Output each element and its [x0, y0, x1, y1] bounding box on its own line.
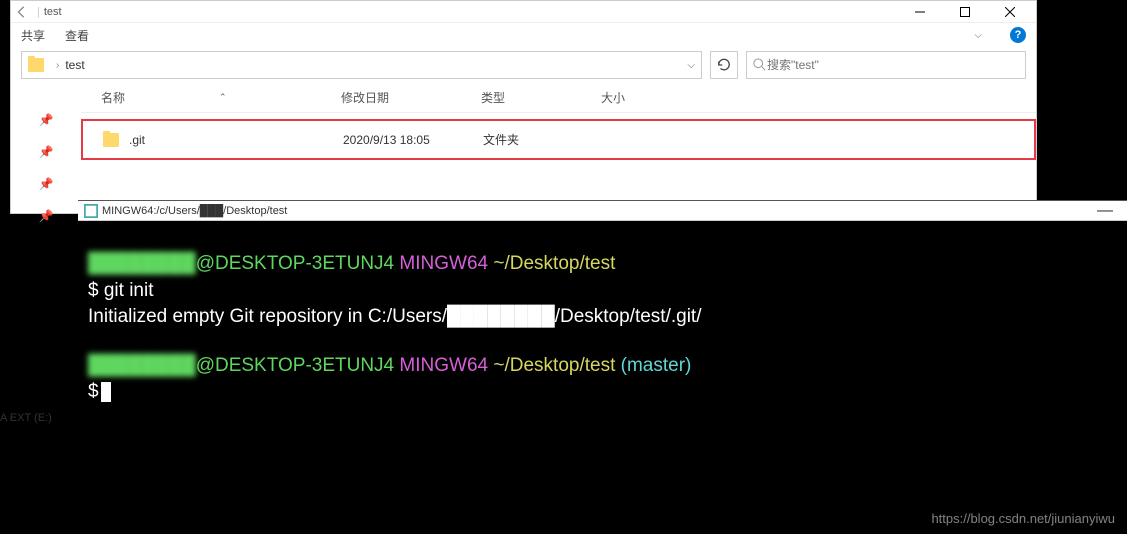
breadcrumb-separator-icon: › — [56, 60, 59, 71]
terminal-icon — [84, 204, 98, 218]
cursor-icon — [101, 382, 111, 402]
terminal-command: git init — [104, 280, 154, 301]
folder-icon — [103, 133, 119, 147]
help-icon[interactable]: ? — [1010, 27, 1026, 43]
back-icon[interactable] — [15, 5, 29, 19]
watermark: https://blog.csdn.net/jiunianyiwu — [931, 511, 1115, 526]
separator: | — [37, 6, 40, 18]
breadcrumb-folder[interactable]: test — [65, 58, 84, 72]
column-type[interactable]: 类型 — [481, 89, 601, 106]
terminal-env: MINGW64 — [399, 253, 488, 274]
terminal-output: Initialized empty Git repository in C:/U… — [88, 306, 701, 327]
address-dropdown-icon[interactable]: ⌵ — [687, 60, 695, 71]
terminal-prompt: $ — [88, 280, 104, 301]
terminal-user: ████████ — [88, 355, 196, 376]
refresh-button[interactable] — [710, 51, 738, 79]
sidebar-drive-label[interactable]: A EXT (E:) — [0, 412, 52, 424]
terminal-line: ████████@DESKTOP-3ETUNJ4 MINGW64 ~/Deskt… — [88, 251, 1117, 278]
column-name[interactable]: 名称 ⌃ — [81, 89, 341, 106]
terminal-window: MINGW64:/c/Users/███/Desktop/test — ████… — [78, 200, 1127, 534]
pin-icon[interactable]: 📌 — [39, 113, 54, 127]
terminal-minimize-button[interactable]: — — [1089, 202, 1121, 220]
tab-share[interactable]: 共享 — [21, 27, 45, 44]
terminal-title: MINGW64:/c/Users/███/Desktop/test — [102, 205, 287, 217]
window-title: test — [44, 6, 62, 18]
terminal-user: ████████ — [88, 253, 196, 274]
chevron-down-icon[interactable]: ⌵ — [974, 30, 982, 41]
terminal-host: @DESKTOP-3ETUNJ4 — [196, 253, 394, 274]
column-date[interactable]: 修改日期 — [341, 89, 481, 106]
file-list: 名称 ⌃ 修改日期 类型 大小 .git 2020/9/13 18:05 文件夹 — [81, 83, 1036, 213]
pin-icon[interactable]: 📌 — [39, 177, 54, 191]
folder-icon — [28, 58, 44, 72]
terminal-title-bar: MINGW64:/c/Users/███/Desktop/test — — [78, 201, 1127, 221]
column-size[interactable]: 大小 — [601, 89, 681, 106]
terminal-line: $ — [88, 379, 1117, 406]
terminal-branch: (master) — [621, 355, 692, 376]
sort-arrow-icon: ⌃ — [219, 92, 227, 103]
column-headers: 名称 ⌃ 修改日期 类型 大小 — [81, 83, 1036, 113]
pin-icon[interactable]: 📌 — [39, 145, 54, 159]
terminal-host: @DESKTOP-3ETUNJ4 — [196, 355, 394, 376]
search-input[interactable] — [767, 58, 1019, 72]
terminal-path: ~/Desktop/test — [493, 355, 615, 376]
close-button[interactable] — [987, 1, 1032, 23]
terminal-env: MINGW64 — [399, 355, 488, 376]
file-name: .git — [129, 133, 145, 147]
annotation-highlight: .git 2020/9/13 18:05 文件夹 — [81, 119, 1036, 160]
address-bar[interactable]: › test ⌵ — [21, 51, 702, 79]
tab-view[interactable]: 查看 — [65, 27, 89, 44]
terminal-line: $ git init — [88, 278, 1117, 305]
terminal-body[interactable]: ████████@DESKTOP-3ETUNJ4 MINGW64 ~/Deskt… — [78, 221, 1127, 416]
explorer-window: | test 共享 查看 ⌵ ? › test ⌵ — [10, 0, 1037, 214]
terminal-line: ████████@DESKTOP-3ETUNJ4 MINGW64 ~/Deskt… — [88, 353, 1117, 380]
file-date: 2020/9/13 18:05 — [343, 133, 483, 147]
search-icon — [753, 58, 767, 72]
ribbon-tabs: 共享 查看 ⌵ ? — [11, 23, 1036, 47]
terminal-path: ~/Desktop/test — [493, 253, 615, 274]
file-row[interactable]: .git 2020/9/13 18:05 文件夹 — [83, 131, 1034, 148]
nav-bar: › test ⌵ — [11, 47, 1036, 83]
terminal-prompt: $ — [88, 381, 99, 402]
search-box[interactable] — [746, 51, 1026, 79]
minimize-button[interactable] — [897, 1, 942, 23]
terminal-line: Initialized empty Git repository in C:/U… — [88, 304, 1117, 331]
title-bar: | test — [11, 1, 1036, 23]
maximize-button[interactable] — [942, 1, 987, 23]
sidebar-quick-access: 📌 📌 📌 📌 — [11, 83, 81, 213]
pin-icon[interactable]: 📌 — [39, 209, 54, 223]
file-type: 文件夹 — [483, 131, 603, 148]
